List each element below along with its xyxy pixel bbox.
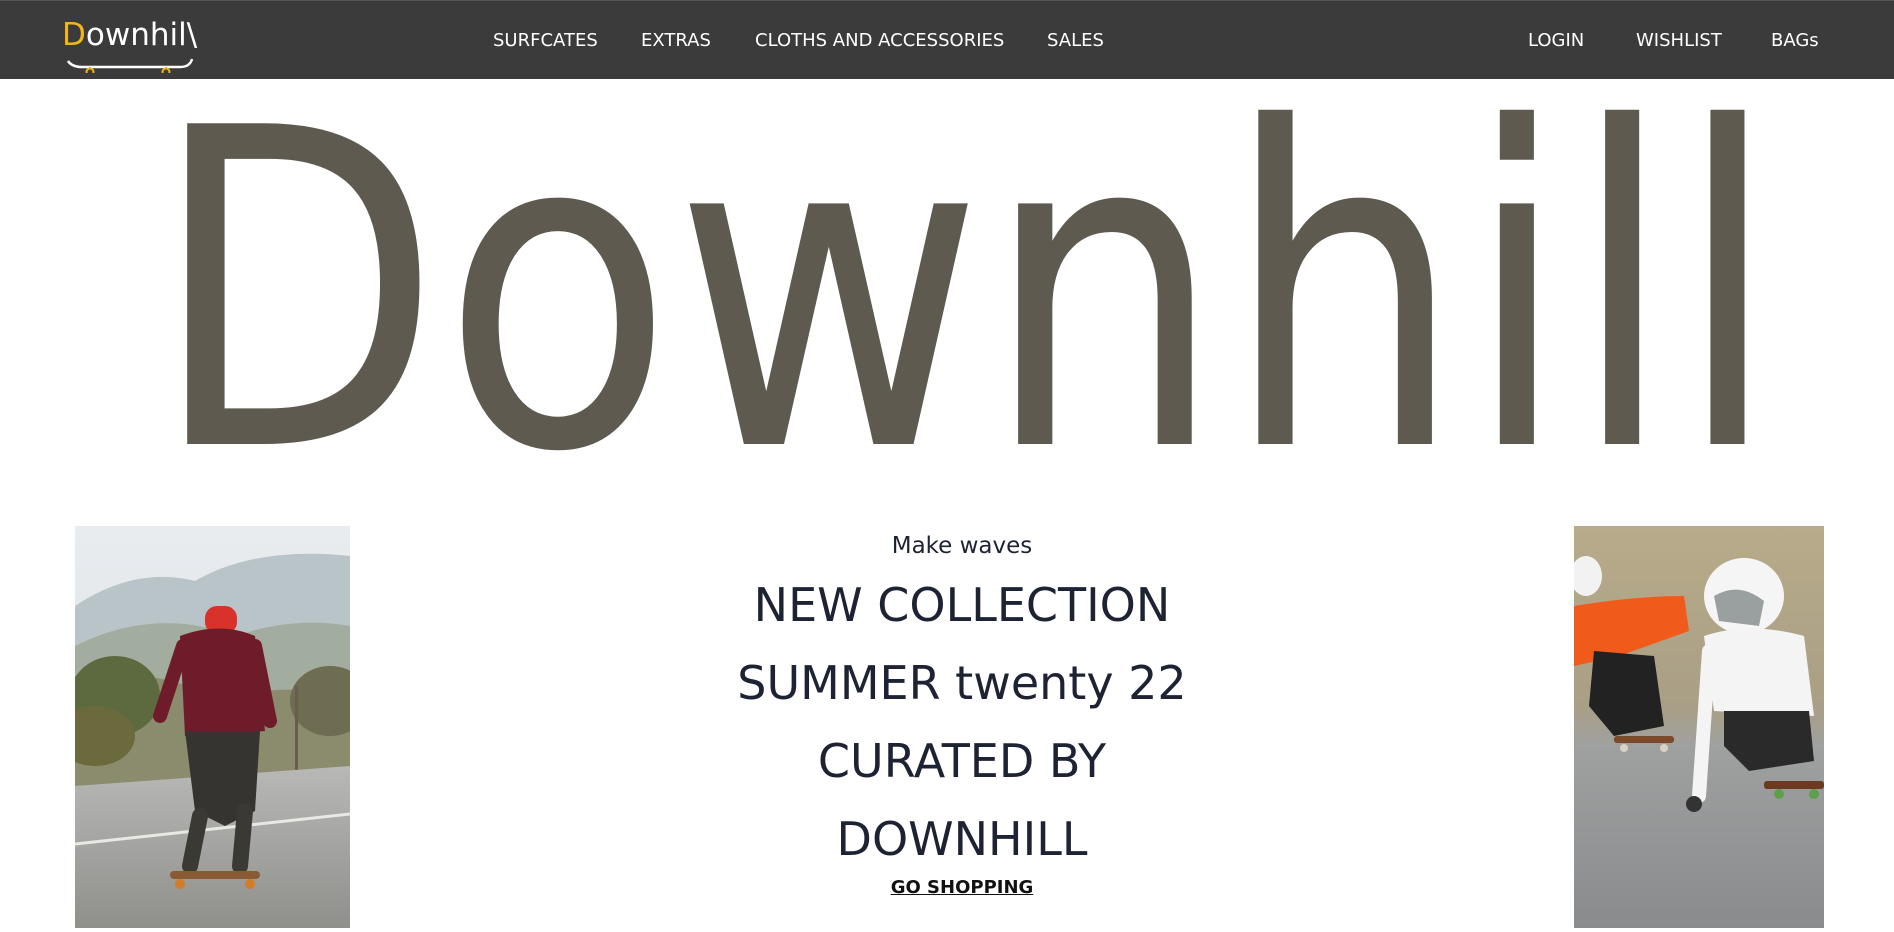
nav-link-bags[interactable]: BAGs — [1771, 29, 1819, 53]
promo-headline-line-4: DOWNHILL — [836, 812, 1088, 866]
promo-headline-line-1: NEW COLLECTION — [753, 578, 1171, 632]
hero-title-graphic: Downhill — [150, 36, 1780, 548]
hero-title: Downhill — [120, 36, 1810, 548]
promo-tagline: Make waves — [891, 533, 1033, 559]
nav-link-sales[interactable]: SALES — [1047, 29, 1104, 53]
go-shopping-link[interactable]: GO SHOPPING — [891, 876, 1034, 900]
skateboarder-photo — [75, 526, 350, 928]
nav-link-surfcates[interactable]: SURFCATES — [493, 29, 598, 53]
promo-headline-line-2: SUMMER twenty 22 — [737, 656, 1187, 710]
nav-link-wishlist[interactable]: WISHLIST — [1636, 29, 1722, 53]
skateboard-icon — [66, 58, 194, 73]
photo-right — [1574, 526, 1824, 928]
photo-left — [75, 526, 350, 928]
nav-link-cloths-and-accessories[interactable]: CLOTHS AND ACCESSORIES — [755, 29, 1004, 53]
nav-link-login[interactable]: LOGIN — [1528, 29, 1584, 53]
promo-headline-line-3: CURATED BY — [817, 734, 1107, 788]
promo-block: Make waves NEW COLLECTION SUMMER twenty … — [660, 526, 1264, 900]
longboard-racers-photo — [1574, 526, 1824, 928]
top-navbar: Downhil\ SURFCATES EXTRAS CLOTHS AND ACC… — [0, 0, 1894, 79]
logo[interactable]: Downhil\ — [62, 15, 197, 73]
nav-link-extras[interactable]: EXTRAS — [641, 29, 711, 53]
hero-title-text: Downhill — [150, 92, 1780, 462]
